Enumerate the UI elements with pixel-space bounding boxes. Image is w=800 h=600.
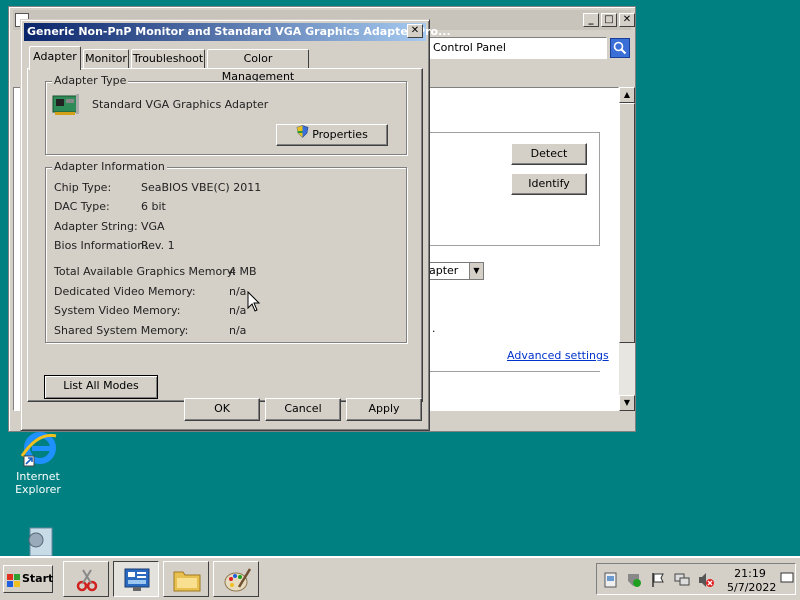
folder-icon xyxy=(173,568,201,595)
apply-button[interactable]: Apply xyxy=(346,398,422,421)
dialog-title: Generic Non-PnP Monitor and Standard VGA… xyxy=(27,25,451,38)
dedicated-memory-value: n/a xyxy=(229,285,247,298)
system-tray: 21:19 5/7/2022 xyxy=(596,563,796,595)
taskbar-paint[interactable] xyxy=(213,561,259,597)
tab-color-management[interactable]: Color Management xyxy=(207,49,309,83)
identify-button[interactable]: Identify xyxy=(511,173,587,195)
scroll-up-icon[interactable]: ▲ xyxy=(619,87,635,103)
chip-type-label: Chip Type: xyxy=(54,181,112,194)
dac-type-value: 6 bit xyxy=(141,200,166,213)
tab-adapter[interactable]: Adapter xyxy=(29,46,81,70)
dedicated-memory-label: Dedicated Video Memory: xyxy=(54,285,196,298)
tab-monitor[interactable]: Monitor xyxy=(83,49,129,69)
language-bar-icon[interactable] xyxy=(780,571,794,585)
network-icon[interactable] xyxy=(603,572,619,588)
shared-memory-label: Shared System Memory: xyxy=(54,324,189,337)
properties-button[interactable]: Properties xyxy=(276,124,388,146)
system-memory-value: n/a xyxy=(229,304,247,317)
display-settings-icon xyxy=(123,567,151,596)
taskbar-display-settings[interactable] xyxy=(113,561,159,597)
bios-info-value: Rev. 1 xyxy=(141,239,175,252)
desktop-icon-label-line2: Explorer xyxy=(15,483,61,496)
adapter-info-groupbox: Adapter Information Chip Type: SeaBIOS V… xyxy=(45,160,407,343)
adapter-tab-panel: Adapter Type Standard VGA Graphics Adapt… xyxy=(27,68,423,402)
desktop-icon-control-panel[interactable] xyxy=(8,526,68,557)
advanced-settings-link[interactable]: Advanced settings xyxy=(507,349,609,362)
adapter-type-groupbox: Adapter Type Standard VGA Graphics Adapt… xyxy=(45,74,407,155)
text-fragment: . xyxy=(432,322,436,335)
security-icon[interactable] xyxy=(626,572,642,588)
start-button[interactable]: Start xyxy=(3,565,53,593)
total-memory-value: 4 MB xyxy=(229,265,257,278)
volume-muted-icon[interactable] xyxy=(698,572,714,588)
system-memory-label: System Video Memory: xyxy=(54,304,181,317)
minimize-button[interactable]: _ xyxy=(583,13,599,27)
desktop-icon-internet-explorer[interactable]: Internet Explorer xyxy=(8,428,68,496)
dropdown-value: apter xyxy=(429,264,459,277)
ok-button[interactable]: OK xyxy=(184,398,260,421)
control-panel-icon xyxy=(18,526,58,557)
windows-logo-icon xyxy=(7,572,21,587)
clock-time[interactable]: 21:19 xyxy=(727,567,773,580)
shared-memory-value: n/a xyxy=(229,324,247,337)
adapter-info-heading: Adapter Information xyxy=(52,160,167,174)
scroll-thumb[interactable] xyxy=(619,103,635,343)
maximize-button[interactable]: □ xyxy=(601,13,617,27)
chip-type-value: SeaBIOS VBE(C) 2011 xyxy=(141,181,262,194)
desktop-icon-label-line1: Internet xyxy=(16,470,60,483)
scroll-down-icon[interactable]: ▼ xyxy=(619,395,635,411)
total-memory-label: Total Available Graphics Memory: xyxy=(54,265,237,278)
taskbar-snipping-tool[interactable] xyxy=(63,561,109,597)
close-button[interactable]: ✕ xyxy=(619,13,635,27)
mouse-cursor-icon xyxy=(247,290,261,316)
start-label: Start xyxy=(22,572,54,585)
divider xyxy=(424,371,600,372)
adapter-type-heading: Adapter Type xyxy=(52,74,129,88)
adapter-string-label: Adapter String: xyxy=(54,220,138,233)
tab-troubleshoot[interactable]: Troubleshoot xyxy=(131,49,205,69)
dac-type-label: DAC Type: xyxy=(54,200,110,213)
close-button[interactable]: ✕ xyxy=(407,24,423,38)
internet-explorer-icon xyxy=(18,428,58,468)
cancel-button[interactable]: Cancel xyxy=(265,398,341,421)
display-groupbox: Detect Identify xyxy=(424,132,600,246)
taskbar: Start 21:19 5/7/2022 xyxy=(0,556,800,600)
address-text: Control Panel xyxy=(433,41,506,54)
bios-info-label: Bios Information: xyxy=(54,239,148,252)
taskbar-explorer[interactable] xyxy=(163,561,209,597)
action-center-flag-icon[interactable] xyxy=(650,572,666,588)
properties-label: Properties xyxy=(312,128,368,141)
dialog-titlebar[interactable]: Generic Non-PnP Monitor and Standard VGA… xyxy=(24,23,451,41)
adapter-properties-dialog: Generic Non-PnP Monitor and Standard VGA… xyxy=(20,19,451,431)
adapter-name: Standard VGA Graphics Adapter xyxy=(92,98,269,111)
display-icon[interactable] xyxy=(674,572,690,588)
list-all-modes-button[interactable]: List All Modes xyxy=(44,375,158,399)
detect-button[interactable]: Detect xyxy=(511,143,587,165)
chevron-down-icon[interactable]: ▼ xyxy=(469,263,483,279)
address-bar[interactable]: Control Panel xyxy=(429,37,607,59)
shield-icon xyxy=(296,125,309,145)
search-icon[interactable] xyxy=(610,38,630,58)
snipping-tool-icon xyxy=(74,567,100,596)
paint-icon xyxy=(223,567,252,596)
vertical-scrollbar[interactable]: ▲ ▼ xyxy=(619,87,635,411)
adapter-string-value: VGA xyxy=(141,220,165,233)
clock-date[interactable]: 5/7/2022 xyxy=(727,581,776,594)
graphics-card-icon xyxy=(52,90,80,118)
display-dropdown[interactable]: apter ▼ xyxy=(424,262,484,280)
